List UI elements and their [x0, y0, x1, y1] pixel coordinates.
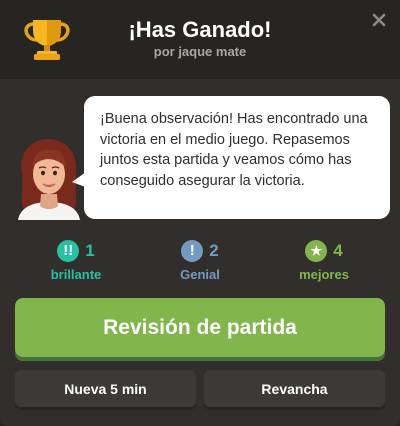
game-over-modal: ¡Has Ganado! por jaque mate ¡Buena obser… [0, 0, 400, 426]
stat-count: 1 [85, 241, 95, 260]
modal-title: ¡Has Ganado! [128, 17, 272, 42]
stat-count: 4 [333, 241, 343, 260]
stat-brilliant: !! 1 brillante [16, 240, 136, 286]
stat-label: brillante [50, 267, 102, 282]
coach-speech-bubble: ¡Buena observación! Has encontrado una v… [84, 96, 390, 219]
double-exclamation-icon: !! [57, 240, 80, 262]
stat-best: ★ 4 mejores [264, 240, 384, 286]
stat-count: 2 [209, 241, 219, 260]
game-review-button[interactable]: Revisión de partida [15, 298, 385, 361]
close-icon[interactable] [370, 11, 388, 29]
modal-subtitle: por jaque mate [153, 44, 247, 59]
stat-label: mejores [299, 267, 349, 282]
stat-great: ! 2 Genial [140, 240, 260, 286]
star-icon: ★ [305, 240, 328, 262]
coach-message: ¡Buena observación! Has encontrado una v… [100, 111, 368, 189]
exclamation-icon: ! [181, 240, 204, 262]
modal-header: ¡Has Ganado! por jaque mate [0, 0, 400, 79]
new-game-button[interactable]: Nueva 5 min [15, 370, 196, 410]
rematch-button[interactable]: Revancha [204, 370, 385, 410]
stat-label: Genial [180, 267, 220, 282]
